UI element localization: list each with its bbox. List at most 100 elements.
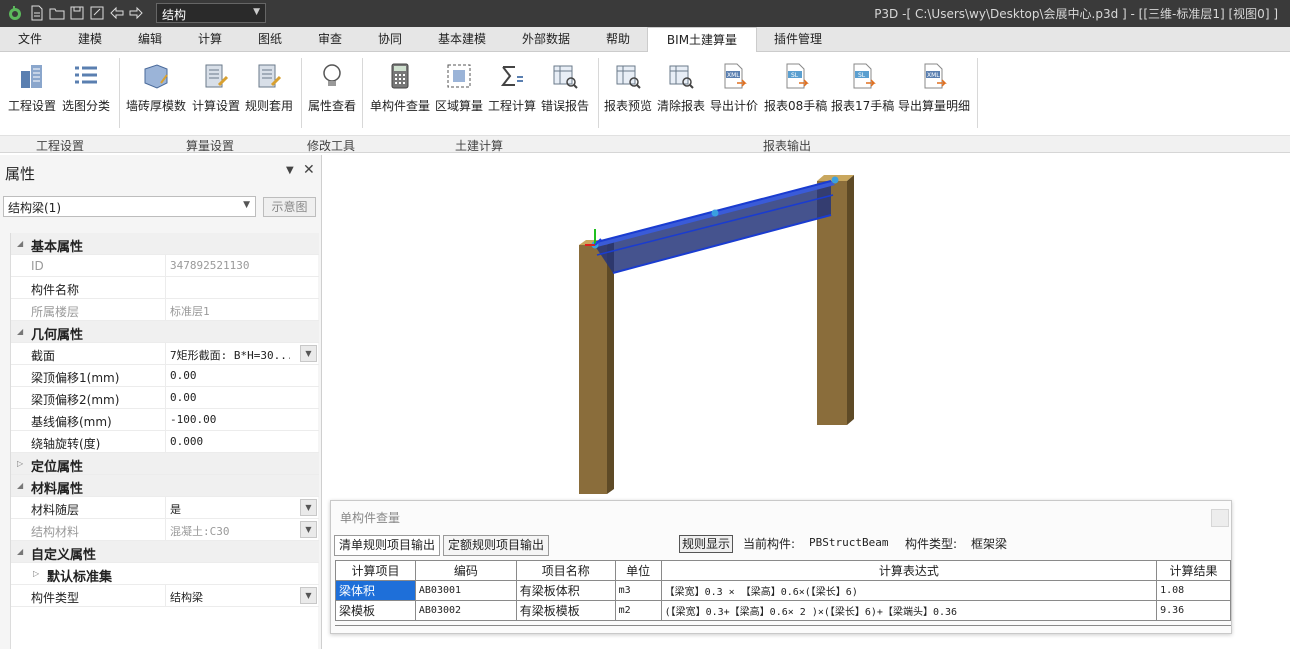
property-value[interactable]: 0.00 [170,391,290,404]
collapse-triangle-icon[interactable]: ◢ [17,547,23,556]
clear-report-button[interactable]: 清除报表 [657,59,705,117]
property-view-button[interactable]: 属性查看 [308,59,356,117]
expand-triangle-icon[interactable]: ▷ [17,459,23,468]
property-category[interactable]: ◢ 几何属性 [11,321,319,343]
menu-tab-plugin-management[interactable]: 插件管理 [760,27,836,52]
menu-tab-drawing[interactable]: 图纸 [240,27,300,52]
column-header[interactable]: 单位 [614,560,662,581]
code-cell[interactable]: AB03001 [414,580,517,601]
pin-dropdown-icon[interactable]: ▼ [286,165,294,176]
property-row[interactable]: 构件名称 [11,277,319,299]
report-preview-button[interactable]: 报表预览 [604,59,652,117]
beam-end-grip[interactable] [831,176,839,184]
menu-tab-modeling[interactable]: 建模 [60,27,120,52]
menu-tab-basic-modeling[interactable]: 基本建模 [424,27,500,52]
svg-text:XML: XML [727,72,740,79]
export-pricing-button[interactable]: XML 导出计价 [710,59,758,117]
button-label: 规则套用 [245,99,294,113]
rule-apply-button[interactable]: 规则套用 [245,59,293,117]
report-17-button[interactable]: SL 报表17手稿 [831,59,894,117]
property-category[interactable]: ◢ 自定义属性 [11,541,319,563]
mode-select[interactable]: 结构 ▼ [156,3,266,23]
calc-item-cell[interactable]: 梁体积 [335,580,416,601]
project-calc-button[interactable]: 工程计算 [488,59,536,117]
item-name-cell[interactable]: 有梁板模板 [515,600,616,621]
code-cell[interactable]: AB03002 [414,600,517,621]
calc-item-cell[interactable]: 梁模板 [335,600,416,621]
column-header[interactable]: 项目名称 [515,560,616,581]
redo-icon[interactable] [127,4,145,22]
expand-triangle-icon[interactable]: ▷ [33,569,39,578]
collapse-triangle-icon[interactable]: ◢ [17,239,23,248]
tab-bill-rule-output[interactable]: 清单规则项目输出 [334,535,441,556]
property-value[interactable]: 0.000 [170,435,290,448]
new-file-icon[interactable] [28,4,46,22]
calc-settings-button[interactable]: 计算设置 [192,59,240,117]
rule-display-button[interactable]: 规则显示 [679,535,734,553]
result-cell[interactable]: 1.08 [1156,580,1231,601]
column-header[interactable]: 编码 [414,560,517,581]
unit-cell[interactable]: m2 [614,600,662,621]
table-row[interactable]: 梁体积 AB03001 有梁板体积 m3 【梁宽】0.3 × 【梁高】0.6×(… [335,580,1231,601]
object-select[interactable]: 结构梁(1) ▼ [3,196,256,217]
dropdown-arrow-icon[interactable]: ▼ [300,587,317,604]
diagram-button[interactable]: 示意图 [263,197,316,217]
property-row[interactable]: 绕轴旋转(度) 0.000 [11,431,319,453]
table-row[interactable]: 梁模板 AB03002 有梁板模板 m2 (【梁宽】0.3+【梁高】0.6× 2… [335,600,1231,621]
menu-tab-external-data[interactable]: 外部数据 [508,27,584,52]
error-report-button[interactable]: 错误报告 [541,59,589,117]
export-quantity-detail-button[interactable]: XML 导出算量明细 [898,59,970,117]
save-icon[interactable] [68,4,86,22]
menu-tab-calculate[interactable]: 计算 [180,27,240,52]
property-value[interactable]: -100.00 [170,413,290,426]
column-header[interactable]: 计算项目 [335,560,416,581]
region-quantity-button[interactable]: 区域算量 [435,59,483,117]
dialog-close-button[interactable] [1211,509,1229,527]
property-value[interactable]: 7矩形截面: B*H=30... [170,347,290,363]
project-settings-button[interactable]: 工程设置 [8,59,56,117]
menu-tab-bim-quantity[interactable]: BIM土建算量 [647,27,757,52]
property-category[interactable]: ◢ 基本属性 [11,233,319,255]
property-subcategory[interactable]: ▷ 默认标准集 [11,563,319,585]
property-row[interactable]: 材料随层 是 ▼ [11,497,319,519]
unit-cell[interactable]: m3 [614,580,662,601]
column-header[interactable]: 计算表达式 [660,560,1158,581]
save-as-icon[interactable] [88,4,106,22]
report-08-button[interactable]: SL 报表08手稿 [764,59,827,117]
expression-cell[interactable]: (【梁宽】0.3+【梁高】0.6× 2 )×(【梁长】6)+【梁端头】0.36 [660,600,1158,621]
property-row[interactable]: 构件类型 结构梁 ▼ [11,585,319,607]
menu-tab-file[interactable]: 文件 [0,27,60,52]
single-member-query-button[interactable]: 单构件查量 [370,59,430,117]
item-name-cell[interactable]: 有梁板体积 [515,580,616,601]
app-logo-icon[interactable] [6,4,24,22]
menu-tab-help[interactable]: 帮助 [592,27,644,52]
wall-tile-modulus-button[interactable]: 墙砖厚模数 [126,59,186,117]
left-column-front[interactable] [579,245,607,494]
property-category[interactable]: ◢ 材料属性 [11,475,319,497]
property-row[interactable]: 梁顶偏移1(mm) 0.00 [11,365,319,387]
property-row[interactable]: 截面 7矩形截面: B*H=30... ▼ [11,343,319,365]
menu-tab-collaborate[interactable]: 协同 [360,27,420,52]
expression-cell[interactable]: 【梁宽】0.3 × 【梁高】0.6×(【梁长】6) [660,580,1158,601]
tab-quota-rule-output[interactable]: 定额规则项目输出 [443,535,550,556]
menu-tab-edit[interactable]: 编辑 [120,27,180,52]
result-cell[interactable]: 9.36 [1156,600,1231,621]
dropdown-arrow-icon[interactable]: ▼ [300,499,317,516]
dropdown-arrow-icon[interactable]: ▼ [300,521,317,538]
beam-midpoint-grip[interactable] [711,209,719,217]
property-value[interactable]: 0.00 [170,369,290,382]
collapse-triangle-icon[interactable]: ◢ [17,481,23,490]
property-row[interactable]: 基线偏移(mm) -100.00 [11,409,319,431]
property-category[interactable]: ▷ 定位属性 [11,453,319,475]
undo-icon[interactable] [108,4,126,22]
collapse-triangle-icon[interactable]: ◢ [17,327,23,336]
open-folder-icon[interactable] [48,4,66,22]
close-icon[interactable]: ✕ [303,162,315,178]
property-value[interactable]: 是 [170,501,290,517]
dropdown-arrow-icon[interactable]: ▼ [300,345,317,362]
property-row[interactable]: 梁顶偏移2(mm) 0.00 [11,387,319,409]
drawing-classify-button[interactable]: 选图分类 [62,59,110,117]
column-header[interactable]: 计算结果 [1156,560,1231,581]
property-value[interactable]: 结构梁 [170,589,290,605]
menu-tab-review[interactable]: 审查 [300,27,360,52]
